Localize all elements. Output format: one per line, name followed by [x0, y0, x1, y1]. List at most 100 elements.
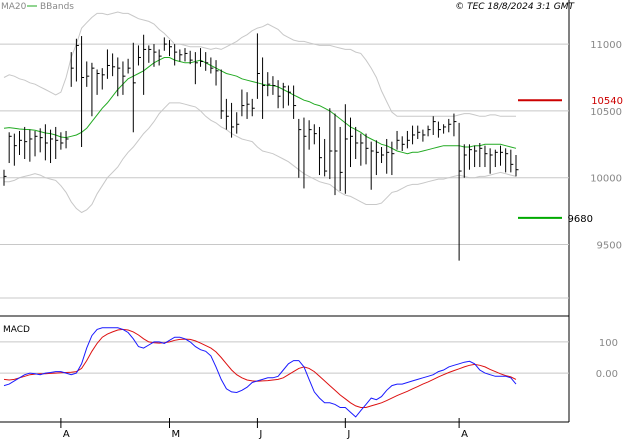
price-tick-label: 9500: [597, 241, 622, 252]
price-bar: [350, 117, 354, 168]
price-bar: [70, 52, 74, 87]
month-label: J: [346, 429, 350, 440]
price-bar: [334, 113, 338, 196]
price-bar: [34, 130, 38, 157]
price-bar: [112, 53, 116, 77]
price-bar: [210, 57, 214, 74]
price-bar: [293, 85, 297, 119]
price-bar: [463, 144, 467, 178]
price-chart: 10540 9680 9500 10000 10500 11000 100 0.00 A M…: [0, 0, 623, 440]
price-bar: [179, 49, 183, 62]
price-bar: [272, 76, 276, 95]
macd-tick-label: 0.00: [596, 369, 618, 380]
price-bar: [231, 102, 235, 138]
price-bar: [406, 130, 410, 149]
price-bar: [417, 125, 421, 139]
price-bar: [101, 68, 105, 90]
support-label: 9680: [568, 214, 593, 225]
price-bar: [422, 129, 426, 142]
price-bar: [375, 140, 379, 176]
price-bar: [298, 118, 302, 178]
price-bar: [117, 57, 121, 97]
price-bar: [401, 136, 405, 151]
price-bar: [360, 133, 364, 166]
price-bar: [86, 61, 90, 87]
ma20-line: [3, 57, 517, 155]
month-axis: AMJJA: [60, 418, 468, 440]
price-tick-label: 10000: [590, 174, 622, 185]
copyright-timestamp: © TEC 18/8/2024 3:1 GMT: [455, 2, 575, 12]
price-bar: [19, 130, 23, 156]
price-bar: [282, 82, 286, 109]
price-bar: [205, 52, 209, 71]
price-bar: [163, 37, 167, 51]
price-bar: [308, 120, 312, 150]
legend-bbands: BBands: [40, 2, 74, 12]
price-bar: [324, 138, 328, 177]
price-bar: [251, 98, 255, 117]
price-bar: [122, 61, 126, 95]
price-bar: [344, 104, 348, 194]
price-bar: [267, 72, 271, 97]
price-bar: [132, 42, 136, 133]
price-bar: [148, 45, 152, 63]
price-bar: [174, 44, 178, 66]
month-label: A: [461, 429, 468, 440]
macd-label: MACD: [3, 325, 30, 335]
price-bar: [13, 133, 17, 166]
price-bar: [225, 98, 229, 130]
price-bar: [515, 155, 519, 177]
price-bar: [396, 130, 400, 150]
price-bar: [8, 132, 12, 164]
price-bar: [75, 38, 79, 82]
price-bar: [29, 129, 33, 162]
price-bar: [313, 124, 317, 145]
month-label: A: [63, 429, 70, 440]
price-bar: [241, 89, 245, 117]
price-bar: [427, 125, 431, 137]
price-bar: [510, 149, 514, 173]
price-bar: [287, 85, 291, 106]
price-bar: [329, 108, 333, 180]
price-bar: [200, 48, 204, 67]
price-bar: [184, 48, 188, 62]
bollinger-bands: [3, 11, 517, 214]
month-label: M: [171, 429, 180, 440]
price-bar: [137, 45, 141, 66]
price-bar: [505, 148, 509, 173]
price-bar: [215, 60, 219, 86]
macd-line: [3, 327, 517, 418]
bb-upper-line: [3, 11, 516, 117]
price-axis-labels: 9500 10000 10500 11000: [590, 40, 622, 251]
price-bar: [60, 132, 64, 150]
price-bar: [158, 49, 162, 66]
price-bar: [91, 62, 95, 117]
bb-lower-line: [4, 102, 517, 214]
price-bar: [453, 113, 457, 137]
price-bar: [106, 49, 110, 79]
signal-line: [3, 328, 517, 408]
price-bar: [448, 118, 452, 133]
price-bar: [391, 141, 395, 176]
price-bar: [494, 149, 498, 168]
price-bar: [153, 44, 157, 67]
price-bar: [381, 146, 385, 164]
macd-axis-labels: 100 0.00: [596, 338, 618, 380]
price-bar: [127, 58, 131, 74]
month-label: J: [258, 429, 262, 440]
price-bar: [468, 144, 472, 170]
macd-tick-label: 100: [599, 338, 618, 349]
price-bar: [262, 57, 266, 119]
price-bars: [3, 33, 519, 261]
price-bar: [489, 148, 493, 174]
price-bar: [474, 145, 478, 168]
price-bar: [339, 126, 343, 192]
price-bar: [386, 138, 390, 174]
price-bar: [168, 40, 172, 57]
price-bar: [55, 126, 59, 160]
price-bar: [318, 126, 322, 176]
price-bar: [412, 125, 416, 145]
price-tick-label: 11000: [590, 40, 622, 51]
price-bar: [256, 33, 260, 99]
price-bar: [479, 142, 483, 168]
